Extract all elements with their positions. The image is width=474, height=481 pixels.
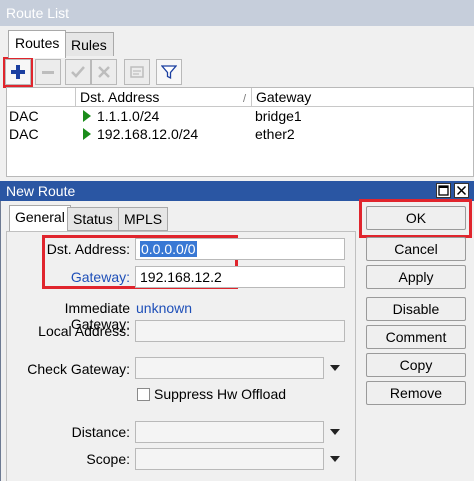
local-address-label: Local Address:: [38, 323, 130, 339]
comment-icon: [130, 66, 144, 78]
dst-address-label: Dst. Address:: [46, 241, 130, 257]
scope-label: Scope:: [86, 451, 130, 467]
column-flags[interactable]: [7, 88, 76, 106]
remove-route-button[interactable]: Remove: [366, 381, 466, 405]
enable-button[interactable]: [65, 59, 91, 85]
row-gateway: bridge1: [255, 108, 302, 124]
row-flags: DAC: [9, 108, 39, 124]
tab-routes[interactable]: Routes: [8, 30, 67, 58]
add-button[interactable]: [5, 59, 31, 85]
cancel-button[interactable]: Cancel: [366, 237, 466, 261]
comment-route-button[interactable]: Comment: [366, 325, 466, 349]
check-icon: [71, 66, 85, 78]
table-header: Dst. Address / Gateway: [7, 88, 473, 107]
suppress-hw-offload-checkbox[interactable]: [137, 388, 150, 401]
gateway-value: 192.168.12.2: [140, 269, 222, 285]
distance-select[interactable]: [135, 421, 324, 443]
check-gateway-label: Check Gateway:: [27, 361, 130, 377]
close-icon: [456, 185, 467, 196]
table-row[interactable]: DAC 1.1.1.0/24 bridge1: [7, 107, 473, 125]
copy-button[interactable]: Copy: [366, 353, 466, 377]
tab-general[interactable]: General: [9, 205, 71, 232]
row-dst: 192.168.12.0/24: [97, 126, 199, 142]
dst-address-input[interactable]: 0.0.0.0/0: [135, 238, 345, 260]
plus-icon: [11, 65, 25, 79]
maximize-button[interactable]: [436, 183, 451, 198]
row-flags: DAC: [9, 126, 39, 142]
disable-button[interactable]: [91, 59, 117, 85]
row-gateway: ether2: [255, 126, 295, 142]
comment-button[interactable]: [124, 59, 150, 85]
check-gateway-select[interactable]: [135, 357, 324, 379]
column-dst-address[interactable]: Dst. Address: [76, 88, 252, 106]
active-route-icon: [83, 128, 91, 140]
minus-icon: [42, 71, 54, 74]
remove-button[interactable]: [35, 59, 61, 85]
maximize-icon: [438, 185, 449, 196]
suppress-hw-offload-label: Suppress Hw Offload: [154, 386, 287, 402]
chevron-down-icon[interactable]: [330, 429, 340, 435]
row-dst: 1.1.1.0/24: [97, 108, 160, 124]
filter-button[interactable]: [156, 59, 182, 85]
disable-route-button[interactable]: Disable: [366, 297, 466, 321]
gateway-label[interactable]: Gateway:: [10, 269, 130, 285]
gateway-input[interactable]: 192.168.12.2: [135, 266, 345, 288]
table-row[interactable]: DAC 192.168.12.0/24 ether2: [7, 125, 473, 143]
column-gateway[interactable]: Gateway: [252, 88, 473, 106]
new-route-title: New Route: [0, 181, 474, 201]
column-resize-icon: /: [243, 93, 247, 105]
immediate-gateway-value[interactable]: unknown: [136, 300, 192, 316]
x-icon: [98, 66, 110, 78]
close-button[interactable]: [454, 183, 469, 198]
tab-mpls[interactable]: MPLS: [118, 207, 169, 231]
local-address-input[interactable]: [135, 320, 345, 342]
tab-status[interactable]: Status: [67, 207, 119, 231]
route-list-title: Route List: [0, 0, 474, 26]
filter-icon: [161, 65, 177, 80]
chevron-down-icon[interactable]: [330, 456, 340, 462]
tab-rules[interactable]: Rules: [64, 32, 114, 56]
distance-label: Distance:: [71, 424, 130, 440]
ok-button[interactable]: OK: [366, 206, 466, 230]
scope-select[interactable]: [135, 448, 324, 470]
route-table: Dst. Address / Gateway DAC 1.1.1.0/24 br…: [6, 87, 474, 177]
chevron-down-icon[interactable]: [330, 365, 340, 371]
apply-button[interactable]: Apply: [366, 265, 466, 289]
dst-address-value: 0.0.0.0/0: [140, 241, 197, 257]
active-route-icon: [83, 110, 91, 122]
